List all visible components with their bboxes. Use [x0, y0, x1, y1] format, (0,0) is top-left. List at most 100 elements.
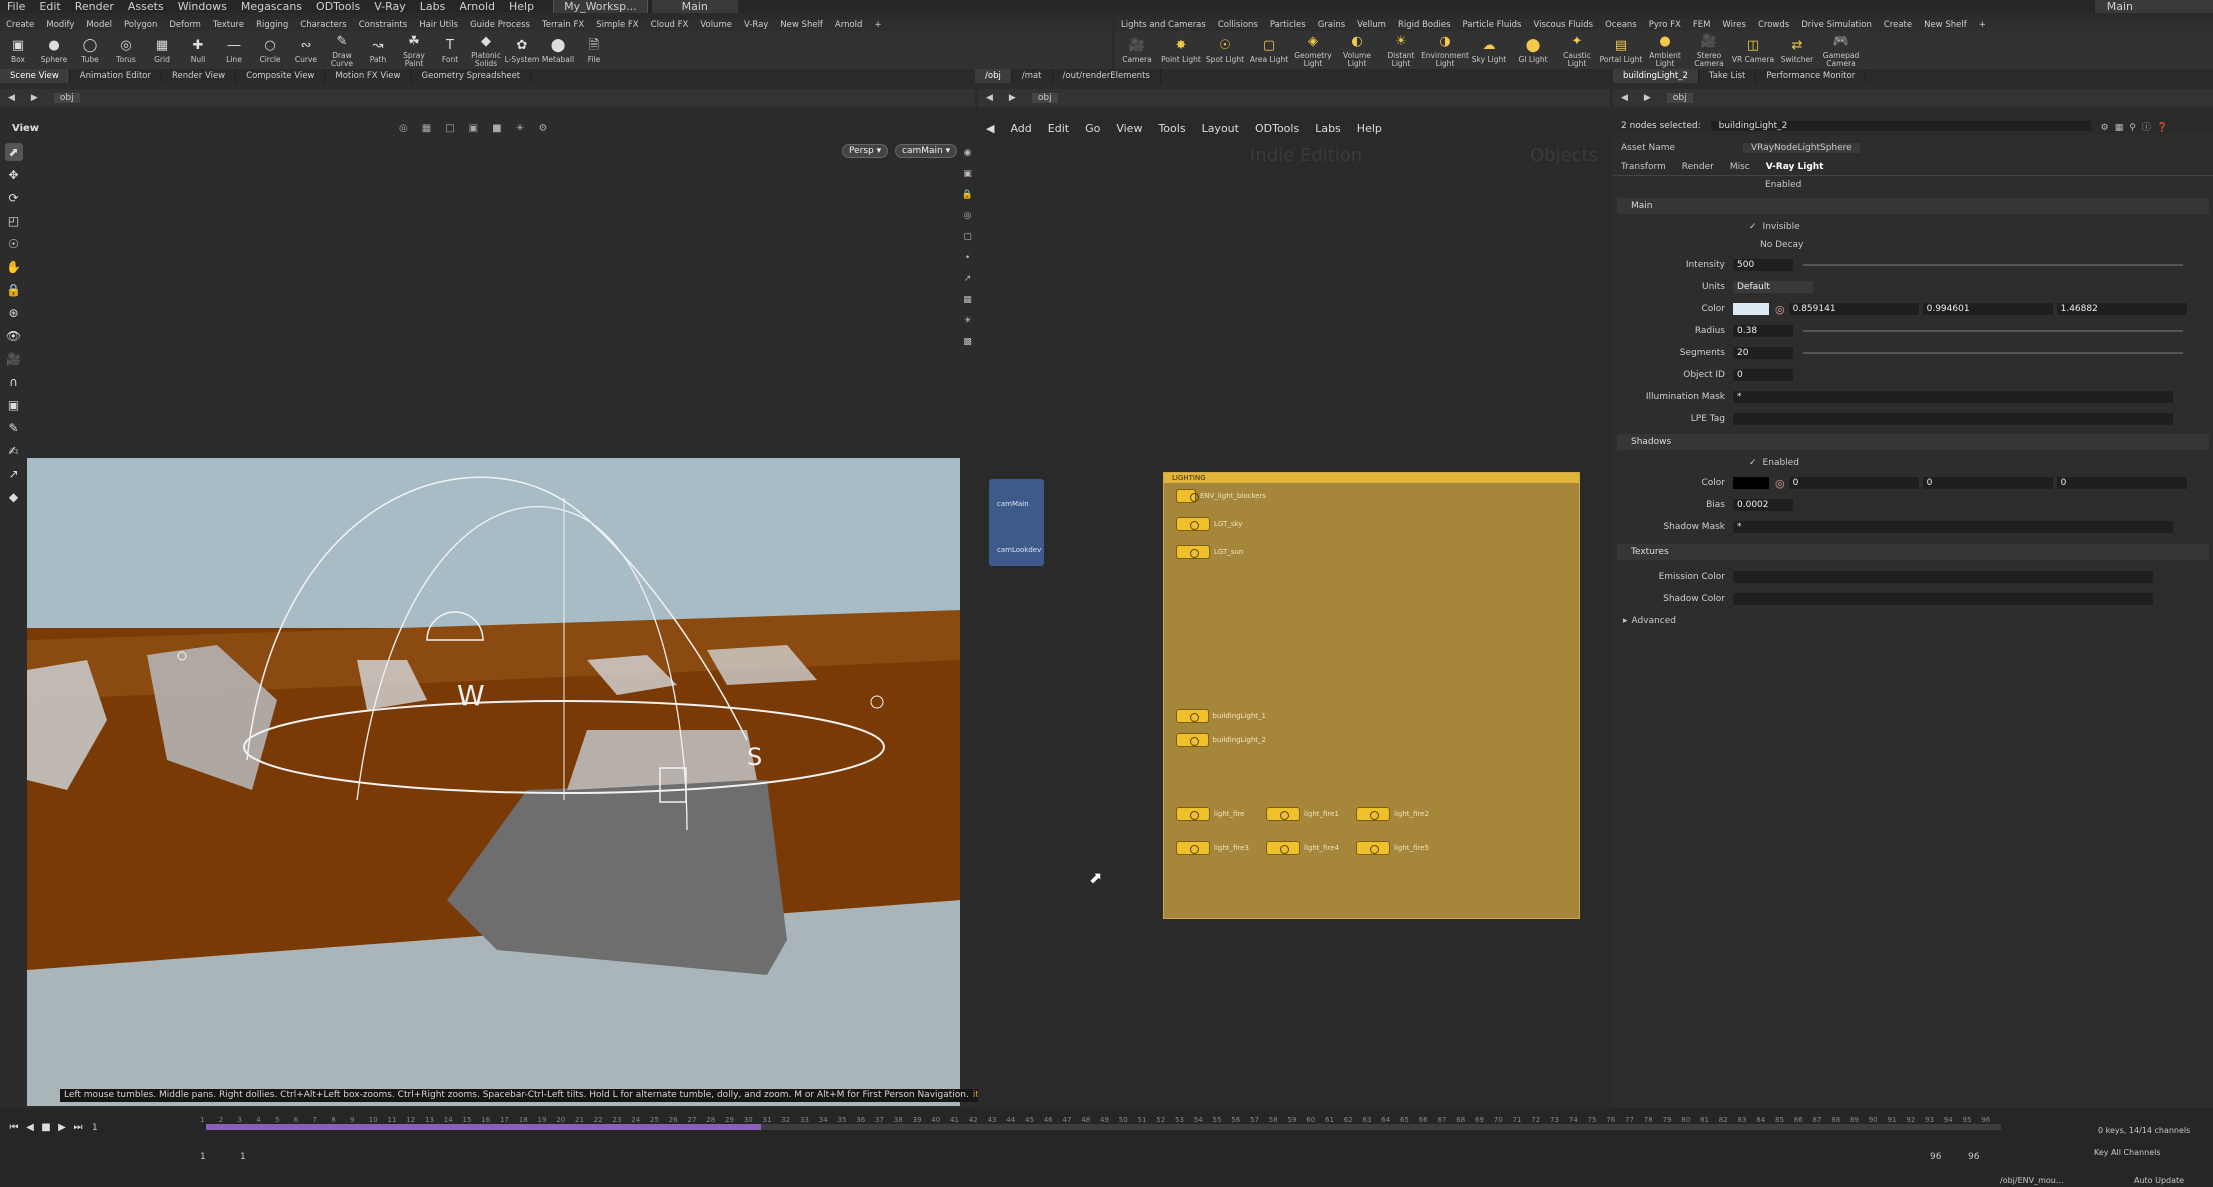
sculpt-icon[interactable]: ◆ — [5, 488, 23, 506]
shelf-tab-simple-fx[interactable]: Simple FX — [590, 20, 644, 30]
tool-circle[interactable]: ○ Circle — [252, 36, 288, 64]
color-wheel-icon[interactable]: ◎ — [1775, 477, 1785, 490]
shadow-r-field[interactable]: 0 — [1788, 477, 1919, 489]
tool-gi-light[interactable]: ⬤ GI Light — [1511, 36, 1555, 64]
color-swatch[interactable] — [1733, 303, 1769, 315]
shelf-tab-crowds[interactable]: Crowds — [1752, 20, 1795, 30]
node-light-fire3[interactable]: light_fire3 — [1176, 841, 1266, 855]
camera-dropdown[interactable]: camMain ▾ — [895, 144, 958, 158]
tool-ambient-light[interactable]: ● Ambient Light — [1643, 32, 1687, 68]
illumination-mask-field[interactable]: * — [1733, 391, 2173, 403]
lock-icon[interactable]: 🔒 — [5, 281, 23, 299]
pane-tab-animation-editor[interactable]: Animation Editor — [70, 69, 162, 83]
emission-color-field[interactable] — [1733, 571, 2153, 583]
tool-volume-light[interactable]: ◐ Volume Light — [1335, 32, 1379, 68]
menu-v-ray[interactable]: V-Ray — [367, 0, 413, 13]
background-icon[interactable]: ▩ — [962, 336, 974, 348]
shelf-tab-oceans[interactable]: Oceans — [1599, 20, 1643, 30]
menu-assets[interactable]: Assets — [121, 0, 171, 13]
lighting-network-box[interactable]: LIGHTING ENV_light_blockers LGT_sky LGT_su… — [1163, 472, 1580, 919]
tool-vr-camera[interactable]: ◫ VR Camera — [1731, 36, 1775, 64]
shelf-tab-new-shelf[interactable]: New Shelf — [1918, 20, 1973, 30]
shelf-tab-modify[interactable]: Modify — [40, 20, 80, 30]
shelf-tab-model[interactable]: Model — [80, 20, 118, 30]
jump-end-icon[interactable]: ⏭ — [70, 1121, 86, 1135]
segments-field[interactable]: 20 — [1733, 347, 1793, 359]
tool-grid[interactable]: ▦ Grid — [144, 36, 180, 64]
tool-sphere[interactable]: ● Sphere — [36, 36, 72, 64]
menu-megascans[interactable]: Megascans — [234, 0, 309, 13]
right-desktop-dropdown[interactable]: Main — [2094, 0, 2213, 13]
node-buildinglight-2[interactable]: buildingLight_2 — [1176, 733, 1266, 747]
shelf-tab-grains[interactable]: Grains — [1312, 20, 1351, 30]
tool-l-system[interactable]: ✿ L-System — [504, 36, 540, 64]
advanced-section[interactable]: Advanced — [1632, 616, 1676, 626]
node-lgt-sky[interactable]: LGT_sky — [1176, 517, 1266, 531]
snap-icon[interactable]: ⊛ — [5, 304, 23, 322]
tool-null[interactable]: ✚ Null — [180, 36, 216, 64]
tool-line[interactable]: ― Line — [216, 36, 252, 64]
camera-icon[interactable]: 🎥 — [5, 350, 23, 368]
tool-distant-light[interactable]: ☀ Distant Light — [1379, 32, 1423, 68]
network-menu-odtools[interactable]: ODTools — [1247, 122, 1307, 135]
network-menu-view[interactable]: View — [1108, 122, 1150, 135]
pane-tab-performance-monitor[interactable]: Performance Monitor — [1756, 69, 1867, 83]
wireframe-icon[interactable]: ▢ — [962, 231, 974, 243]
node-light-fire[interactable]: light_fire — [1176, 807, 1266, 821]
tool-tube[interactable]: ◯ Tube — [72, 36, 108, 64]
param-tab-transform[interactable]: Transform — [1613, 162, 1674, 172]
measure-icon[interactable]: ↗ — [5, 465, 23, 483]
brush-icon[interactable]: ✍ — [5, 442, 23, 460]
tool-stereo-camera[interactable]: 🎥 Stereo Camera — [1687, 32, 1731, 68]
tool-geometry-light[interactable]: ◈ Geometry Light — [1291, 32, 1335, 68]
pose-tool-icon[interactable]: ✋ — [5, 258, 23, 276]
render-region-icon[interactable]: ▣ — [5, 396, 23, 414]
shelf-tab-hair-utils[interactable]: Hair Utils — [413, 20, 464, 30]
shadow-mask-field[interactable]: * — [1733, 521, 2173, 533]
rotate-tool-icon[interactable]: ⟳ — [5, 189, 23, 207]
pane-tab-scene-view[interactable]: Scene View — [0, 69, 70, 83]
shelf-tab-volume[interactable]: Volume — [694, 20, 738, 30]
tool-spray-paint[interactable]: ☘ Spray Paint — [396, 32, 432, 68]
display-options-icon[interactable]: ◉ — [962, 147, 974, 159]
jump-start-icon[interactable]: ⏮ — [6, 1121, 22, 1135]
range-start-2[interactable]: 1 — [240, 1152, 246, 1162]
desktop-dropdown[interactable]: Main — [651, 0, 738, 13]
shelf-tab-lights-and-cameras[interactable]: Lights and Cameras — [1115, 20, 1212, 30]
tool-camera[interactable]: 🎥 Camera — [1115, 36, 1159, 64]
asset-name-field[interactable]: VRayNodeLightSphere — [1743, 143, 1860, 153]
radius-slider[interactable] — [1803, 330, 2183, 332]
menu-arnold[interactable]: Arnold — [452, 0, 502, 13]
light-icon[interactable]: ☀ — [962, 315, 974, 327]
shelf-tab-rigid-bodies[interactable]: Rigid Bodies — [1392, 20, 1457, 30]
menu-file[interactable]: File — [0, 0, 32, 13]
tool-torus[interactable]: ◎ Torus — [108, 36, 144, 64]
color-g-field[interactable]: 0.994601 — [1922, 303, 2053, 315]
handle-tool-icon[interactable]: ☉ — [5, 235, 23, 253]
color-b-field[interactable]: 1.46882 — [2056, 303, 2187, 315]
bias-field[interactable]: 0.0002 — [1733, 499, 1793, 511]
menu-odtools[interactable]: ODTools — [309, 0, 367, 13]
tool-font[interactable]: T Font — [432, 36, 468, 64]
tool-caustic-light[interactable]: ✦ Caustic Light — [1555, 32, 1599, 68]
tool-environment-light[interactable]: ◑ Environment Light — [1421, 32, 1469, 68]
forward-arrow-icon[interactable]: ▶ — [23, 93, 46, 103]
timeline-track[interactable] — [761, 1124, 2001, 1130]
playback-range-bar[interactable] — [206, 1124, 761, 1130]
path-obj-button[interactable]: obj — [53, 93, 80, 103]
shadows-section[interactable]: Shadows — [1617, 434, 2209, 450]
shadow-b-field[interactable]: 0 — [2056, 477, 2187, 489]
shelf-tab-rigging[interactable]: Rigging — [250, 20, 294, 30]
menu-labs[interactable]: Labs — [413, 0, 453, 13]
select-tool-icon[interactable]: ⬈ — [4, 143, 23, 161]
pane-tab-obj[interactable]: /obj — [975, 69, 1012, 83]
parameter-tool-icons[interactable]: ⚙▦⚲ⓘ❓ — [2101, 120, 2174, 133]
network-menu-add[interactable]: Add — [1002, 122, 1039, 135]
back-arrow-icon[interactable]: ◀ — [978, 93, 1001, 103]
textures-section[interactable]: Textures — [1617, 544, 2209, 560]
intensity-slider[interactable] — [1803, 264, 2183, 266]
pane-tab-composite-view[interactable]: Composite View — [236, 69, 326, 83]
menu-windows[interactable]: Windows — [171, 0, 234, 13]
magnet-icon[interactable]: ∩ — [5, 373, 23, 391]
forward-arrow-icon[interactable]: ▶ — [1001, 93, 1024, 103]
